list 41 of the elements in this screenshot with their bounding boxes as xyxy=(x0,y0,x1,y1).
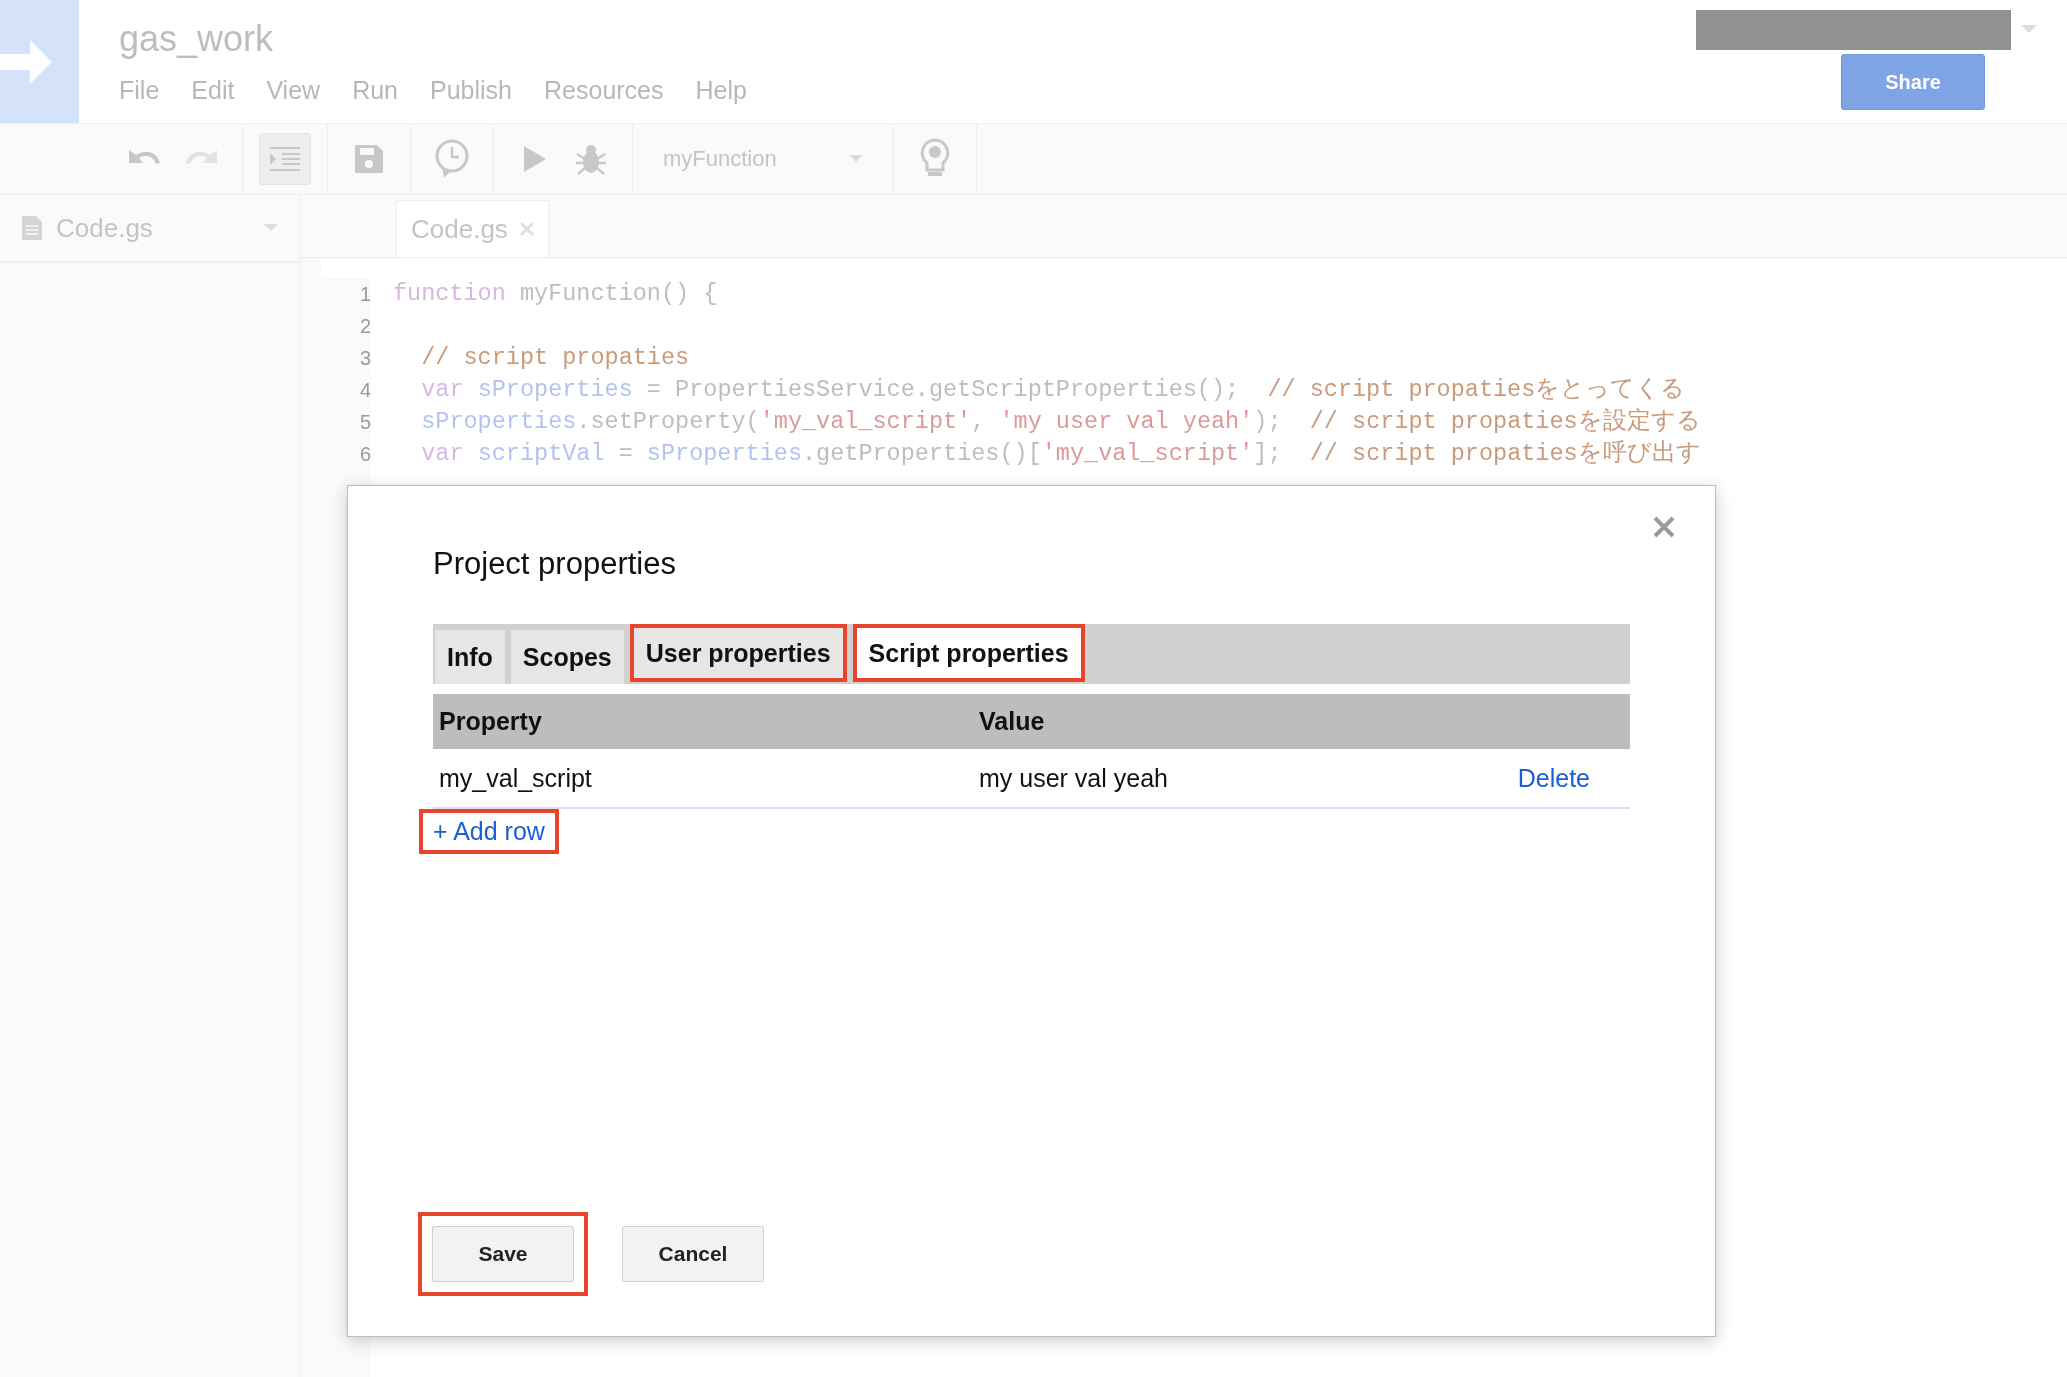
code-line: // script propaties xyxy=(420,344,690,371)
add-row-link[interactable]: + Add row xyxy=(433,817,545,845)
menu-item[interactable]: Help xyxy=(695,76,747,105)
column-header: Value xyxy=(979,707,1046,736)
menu-item[interactable]: Resources xyxy=(544,76,664,105)
menu-item[interactable]: Publish xyxy=(430,76,512,105)
dialog-button[interactable]: Save xyxy=(432,1226,574,1282)
menu-item[interactable]: View xyxy=(266,76,321,105)
menu-item[interactable]: File xyxy=(119,76,160,105)
caret-icon[interactable] xyxy=(264,224,278,232)
editor-tab[interactable]: Code.gs xyxy=(396,200,549,257)
line-number: 2 xyxy=(358,314,371,339)
dialog-tab[interactable]: Script properties xyxy=(852,624,1085,682)
code-line: var scriptVal = sProperties.getProperties()['my_val_script']; // script propatiesを呼び出す xyxy=(420,440,1701,467)
dialog-tab[interactable]: User properties xyxy=(629,624,847,682)
menu-item[interactable]: Edit xyxy=(191,76,235,105)
code-line: var sProperties = PropertiesService.getScriptProperties(); // script propatiesをとってくる xyxy=(420,376,1686,403)
caret-icon[interactable] xyxy=(849,155,863,163)
line-number: 4 xyxy=(358,378,371,403)
project-title[interactable]: gas_work xyxy=(119,18,1677,60)
code-line: function myFunction() { xyxy=(393,280,718,307)
line-number: 5 xyxy=(358,410,371,435)
line-number: 3 xyxy=(358,346,371,371)
dialog-tab[interactable]: Scopes xyxy=(510,630,624,684)
menu-item[interactable]: Run xyxy=(352,76,398,105)
column-header: Property xyxy=(439,707,543,736)
property-cell-text: my_val_script xyxy=(439,763,593,793)
line-number: 6 xyxy=(358,442,371,467)
share-button[interactable]: Share xyxy=(1841,54,1985,110)
tab-label: Code.gs xyxy=(411,213,508,245)
delete-link[interactable]: Delete xyxy=(1517,763,1590,793)
indent-icon[interactable] xyxy=(259,133,311,185)
code-line: sProperties.setProperty('my_val_script', 'my user val yeah'); // script propatiesを設定する xyxy=(420,408,1701,435)
dialog-button[interactable]: Cancel xyxy=(622,1226,764,1282)
document-icon xyxy=(22,216,42,240)
dialog-tab[interactable]: Info xyxy=(435,630,505,684)
dialog-title: Project properties xyxy=(433,546,677,582)
close-icon[interactable] xyxy=(519,222,534,236)
caret-icon[interactable] xyxy=(2021,25,2037,35)
value-cell-text: my user val yeah xyxy=(979,763,1169,793)
line-number: 1 xyxy=(358,282,371,307)
